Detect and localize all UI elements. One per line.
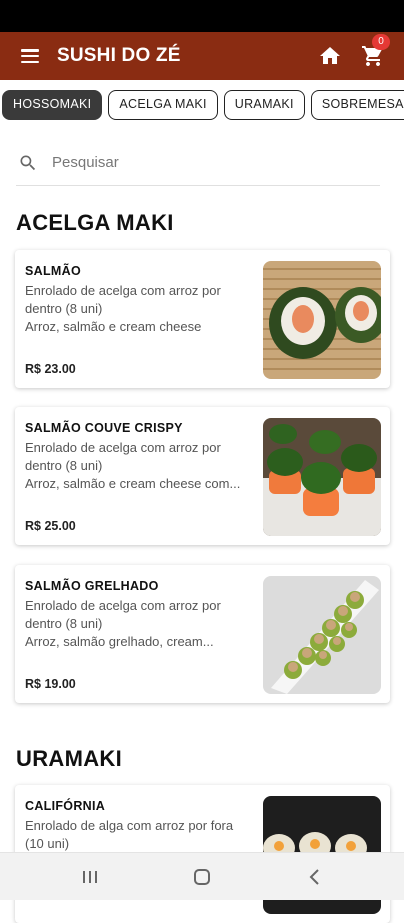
product-description: Enrolado de alga com arroz por fora (10 … [25,818,234,851]
product-name: SALMÃO COUVE CRISPY [25,421,183,435]
product-name: SALMÃO GRELHADO [25,579,159,593]
product-description: Enrolado de acelga com arroz por dentro … [25,283,221,334]
tab-acelga-maki[interactable]: ACELGA MAKI [108,90,218,120]
search-icon [20,155,36,170]
product-name: CALIFÓRNIA [25,799,106,813]
system-navigation-bar [0,852,404,900]
product-price: R$ 19.00 [25,677,76,691]
home-icon[interactable] [318,44,342,68]
hamburger-menu-icon[interactable] [21,49,39,63]
category-tabs: HOSSOMAKI ACELGA MAKI URAMAKI SOBREMESAS [2,90,404,122]
cart-count-badge: 0 [372,34,390,50]
product-image-salmao [263,261,381,379]
product-name: SALMÃO [25,264,81,278]
recent-apps-icon[interactable] [80,867,100,887]
back-icon[interactable] [305,867,325,887]
product-image-salmao-couve-crispy [263,418,381,536]
section-title-acelga-maki: ACELGA MAKI [16,210,174,235]
product-description: Enrolado de acelga com arroz por dentro … [25,598,221,649]
product-image-salmao-grelhado [263,576,381,694]
product-price: R$ 25.00 [25,519,76,533]
product-card-salmao-grelhado[interactable]: SALMÃO GRELHADO Enrolado de acelga com a… [15,565,390,703]
home-nav-icon[interactable] [192,867,212,887]
product-card-salmao[interactable]: SALMÃO Enrolado de acelga com arroz por … [15,250,390,388]
section-title-uramaki: URAMAKI [16,746,122,771]
tab-hossomaki[interactable]: HOSSOMAKI [2,90,103,120]
search-input[interactable] [52,154,352,171]
search-bar [16,140,380,186]
app-title: SUSHI DO ZÉ [57,45,181,66]
product-card-salmao-couve-crispy[interactable]: SALMÃO COUVE CRISPY Enrolado de acelga c… [15,407,390,545]
tab-sobremesas[interactable]: SOBREMESAS [310,90,404,120]
tab-uramaki[interactable]: URAMAKI [223,90,305,120]
product-price: R$ 23.00 [25,362,76,376]
app-bar: SUSHI DO ZÉ 0 [0,32,404,80]
status-bar [0,0,404,32]
product-description: Enrolado de acelga com arroz por dentro … [25,440,241,491]
